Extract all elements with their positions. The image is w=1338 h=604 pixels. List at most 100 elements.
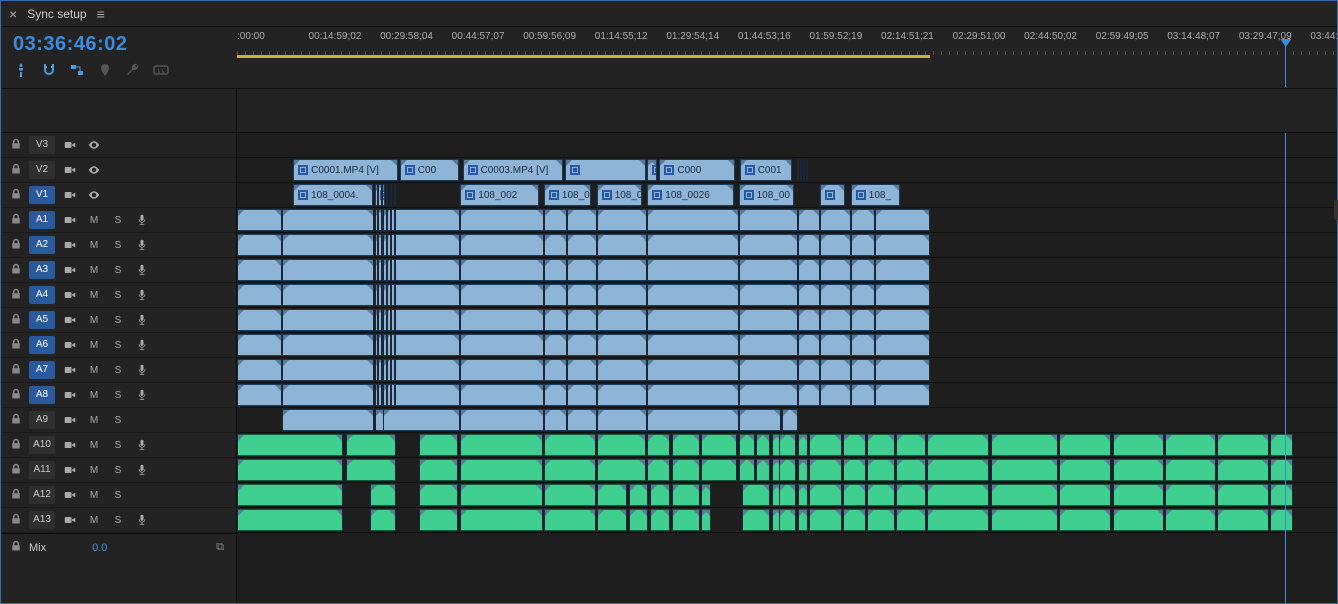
clip[interactable]: 108_002	[460, 184, 539, 206]
solo-button[interactable]: S	[109, 262, 127, 278]
clip[interactable]	[544, 409, 567, 431]
mute-button[interactable]: M	[85, 387, 103, 403]
clip[interactable]	[927, 484, 990, 506]
toggle-sync-icon[interactable]	[61, 362, 79, 378]
clip[interactable]	[875, 259, 930, 281]
track-lane[interactable]	[237, 483, 1337, 508]
track-lane[interactable]	[237, 433, 1337, 458]
clip[interactable]	[1059, 509, 1112, 531]
clip[interactable]	[597, 309, 648, 331]
track-lane[interactable]	[237, 383, 1337, 408]
clip[interactable]	[820, 259, 851, 281]
clip[interactable]	[756, 459, 770, 481]
clip[interactable]	[851, 384, 875, 406]
clip[interactable]	[809, 509, 842, 531]
clip[interactable]	[567, 409, 597, 431]
clip[interactable]	[1270, 484, 1293, 506]
solo-button[interactable]: S	[109, 437, 127, 453]
clip[interactable]	[875, 209, 930, 231]
track-header-a13[interactable]: A13MS	[1, 508, 236, 533]
track-target-a5[interactable]: A5	[29, 311, 55, 329]
clip[interactable]: 108_0	[544, 184, 591, 206]
clip[interactable]	[647, 334, 738, 356]
clip[interactable]	[650, 484, 671, 506]
clip[interactable]	[597, 484, 628, 506]
clip[interactable]	[237, 309, 282, 331]
toggle-sync-icon[interactable]	[61, 337, 79, 353]
clip[interactable]	[544, 284, 567, 306]
clip[interactable]	[1217, 484, 1269, 506]
lock-icon[interactable]	[9, 313, 23, 328]
clip[interactable]	[647, 284, 738, 306]
clip[interactable]	[798, 234, 820, 256]
clip[interactable]	[647, 384, 738, 406]
track-header-a11[interactable]: A11MS	[1, 458, 236, 483]
mute-button[interactable]: M	[85, 487, 103, 503]
clip[interactable]	[567, 309, 597, 331]
clip[interactable]	[567, 234, 597, 256]
voice-record-icon[interactable]	[133, 437, 151, 453]
track-header-a7[interactable]: A7MS	[1, 358, 236, 383]
clip[interactable]: C0003.MP4 [V]	[463, 159, 563, 181]
clip[interactable]	[1113, 509, 1165, 531]
clip[interactable]	[739, 434, 756, 456]
clip[interactable]	[991, 484, 1058, 506]
toggle-sync-icon[interactable]	[61, 262, 79, 278]
clip[interactable]	[820, 359, 851, 381]
clip[interactable]	[798, 384, 820, 406]
clip[interactable]	[851, 284, 875, 306]
clip[interactable]	[809, 434, 842, 456]
track-target-a3[interactable]: A3	[29, 261, 55, 279]
clip[interactable]	[798, 484, 808, 506]
solo-button[interactable]: S	[109, 212, 127, 228]
clip[interactable]	[927, 434, 990, 456]
clip[interactable]	[798, 259, 820, 281]
clip[interactable]	[282, 334, 374, 356]
mute-button[interactable]: M	[85, 262, 103, 278]
track-header-a4[interactable]: A4MS	[1, 283, 236, 308]
clip[interactable]	[1113, 434, 1165, 456]
track-lane[interactable]	[237, 308, 1337, 333]
voice-record-icon[interactable]	[133, 287, 151, 303]
solo-button[interactable]: S	[109, 387, 127, 403]
clip[interactable]	[460, 434, 543, 456]
clip[interactable]	[460, 309, 544, 331]
clip[interactable]	[460, 334, 544, 356]
lock-icon[interactable]	[9, 288, 23, 303]
clip[interactable]	[237, 209, 282, 231]
clip[interactable]	[809, 459, 842, 481]
voice-record-icon[interactable]	[133, 262, 151, 278]
toggle-sync-icon[interactable]	[61, 287, 79, 303]
clip[interactable]	[629, 509, 649, 531]
lock-icon[interactable]	[9, 413, 23, 428]
clip[interactable]	[237, 259, 282, 281]
clip[interactable]	[597, 409, 648, 431]
lock-icon[interactable]	[9, 488, 23, 503]
clip[interactable]	[851, 334, 875, 356]
clip[interactable]	[867, 509, 895, 531]
clip[interactable]	[597, 284, 648, 306]
clip[interactable]	[843, 434, 866, 456]
clip[interactable]	[1113, 459, 1165, 481]
clip[interactable]	[672, 434, 701, 456]
clip[interactable]	[896, 509, 926, 531]
clip[interactable]	[544, 384, 567, 406]
clip[interactable]	[779, 434, 796, 456]
clip[interactable]	[460, 259, 544, 281]
clip[interactable]	[701, 509, 711, 531]
track-header-a1[interactable]: A1MS	[1, 208, 236, 233]
mute-button[interactable]: M	[85, 287, 103, 303]
clip[interactable]	[1217, 509, 1269, 531]
work-area-bar[interactable]	[237, 55, 930, 58]
clip[interactable]	[1165, 459, 1216, 481]
clip[interactable]	[1217, 434, 1269, 456]
clip[interactable]	[798, 434, 808, 456]
clip[interactable]	[597, 234, 648, 256]
toggle-sync-icon[interactable]	[61, 412, 79, 428]
clip[interactable]	[647, 459, 670, 481]
clip[interactable]	[282, 309, 374, 331]
clip[interactable]	[370, 484, 396, 506]
close-icon[interactable]: ×	[9, 6, 17, 22]
clip[interactable]	[875, 284, 930, 306]
clip[interactable]	[1059, 459, 1112, 481]
